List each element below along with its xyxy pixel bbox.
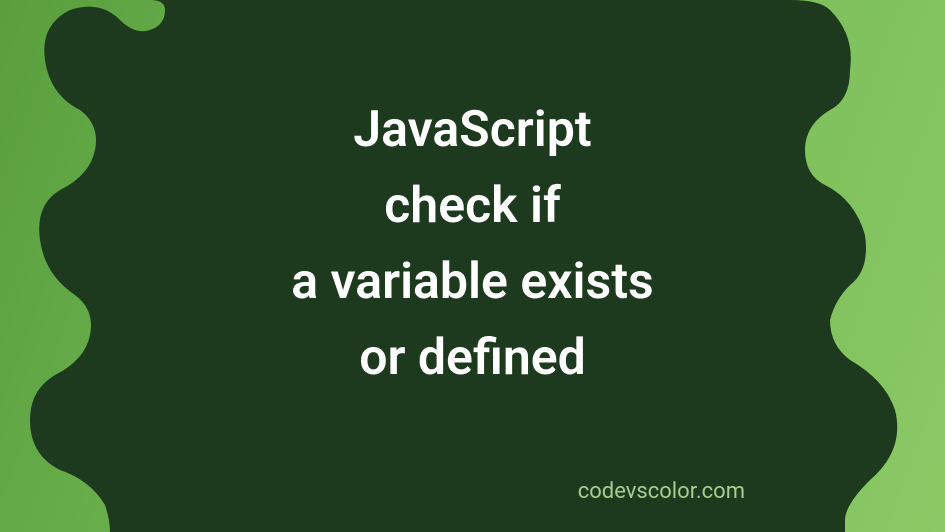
- site-credit: codevscolor.com: [578, 479, 745, 504]
- title-line-3: a variable exists: [0, 247, 945, 317]
- main-heading: JavaScript check if a variable exists or…: [0, 95, 945, 399]
- title-line-4: or defined: [0, 323, 945, 393]
- banner-container: JavaScript check if a variable exists or…: [0, 0, 945, 532]
- title-line-2: check if: [0, 171, 945, 241]
- title-line-1: JavaScript: [0, 95, 945, 165]
